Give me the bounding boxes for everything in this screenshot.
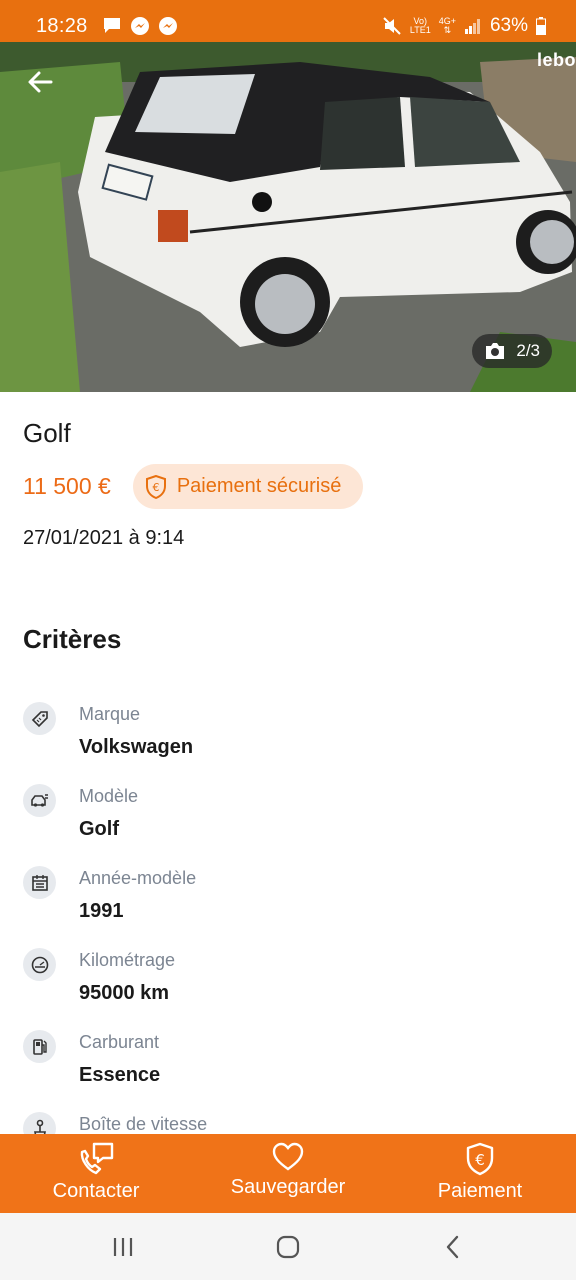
volte-indicator: Vo) LTE1 [409, 16, 431, 35]
messenger-icon [130, 17, 149, 35]
criteria-label: Boîte de vitesse [79, 1114, 208, 1134]
back-button[interactable] [20, 62, 60, 102]
criteria-value: Golf [79, 818, 119, 840]
notification-icons [102, 16, 178, 36]
euro-shield-icon: € [466, 1142, 494, 1176]
watermark-logo: lebo [536, 50, 576, 70]
criteria-item-modele: Modèle Golf [23, 782, 563, 864]
message-icon [103, 18, 120, 33]
payment-button[interactable]: € Paiement [384, 1134, 576, 1213]
signal-icon [464, 19, 480, 34]
messenger-icon-2 [158, 17, 177, 35]
payment-label: Paiement [437, 1180, 523, 1202]
criteria-label: Modèle [79, 786, 139, 806]
price-row: 11 500 € € Paiement sécurisé [23, 464, 364, 509]
network-type-indicator: 4G+ ⇅ [438, 16, 456, 35]
status-right: Vo) LTE1 4G+ ⇅ 63% [382, 15, 546, 37]
mute-icon [383, 17, 401, 35]
battery-icon [536, 17, 546, 35]
secure-payment-badge[interactable]: € Paiement sécurisé [132, 464, 364, 509]
criteria-label: Marque [79, 704, 141, 724]
listing-photo[interactable]: lebo 2/3 [0, 42, 576, 392]
svg-text:€: € [152, 481, 159, 494]
recent-apps-button[interactable] [93, 1227, 153, 1267]
contact-button[interactable]: Contacter [0, 1134, 192, 1213]
arrow-left-icon [28, 71, 53, 93]
tag-icon [23, 702, 56, 735]
car-model-icon [23, 784, 56, 817]
criteria-label: Année-modèle [79, 868, 197, 888]
criteria-value: Volkswagen [79, 736, 194, 758]
criteria-list: Marque Volkswagen Modèle Golf Année-modè… [23, 700, 563, 1192]
listing-title: Golf [23, 418, 71, 448]
recent-apps-icon [113, 1237, 132, 1256]
criteria-title: Critères [23, 624, 122, 654]
secure-payment-label: Paiement sécurisé [176, 475, 342, 497]
criteria-item-kilometrage: Kilométrage 95000 km [23, 946, 563, 1028]
status-time: 18:28 [36, 14, 88, 37]
criteria-value: 95000 km [79, 982, 170, 1004]
phone-message-icon [80, 1142, 114, 1175]
calendar-icon [23, 866, 56, 899]
listing-price: 11 500 € [23, 473, 111, 499]
criteria-label: Carburant [79, 1032, 160, 1052]
criteria-item-marque: Marque Volkswagen [23, 700, 563, 782]
action-bar: Contacter Sauvegarder € Paiement [0, 1134, 576, 1213]
photo-counter[interactable]: 2/3 [472, 334, 552, 368]
criteria-value: 1991 [79, 900, 124, 922]
photo-counter-text: 2/3 [516, 341, 540, 360]
battery-percent: 63% [489, 15, 528, 36]
heart-icon [272, 1142, 304, 1171]
save-button[interactable]: Sauvegarder [192, 1134, 384, 1213]
speedometer-icon [23, 948, 56, 981]
contact-label: Contacter [52, 1180, 140, 1202]
euro-shield-icon: € [145, 474, 166, 499]
system-back-button[interactable] [423, 1227, 483, 1267]
listing-date: 27/01/2021 à 9:14 [23, 527, 185, 549]
home-icon [276, 1235, 300, 1258]
home-button[interactable] [258, 1227, 318, 1267]
fuel-pump-icon [23, 1030, 56, 1063]
system-nav-bar [0, 1213, 576, 1280]
svg-text:€: € [475, 1151, 485, 1169]
criteria-item-annee: Année-modèle 1991 [23, 864, 563, 946]
camera-icon [486, 343, 505, 359]
save-label: Sauvegarder [230, 1176, 346, 1198]
criteria-item-carburant: Carburant Essence [23, 1028, 563, 1110]
criteria-label: Kilométrage [79, 950, 176, 970]
criteria-value: Essence [79, 1064, 161, 1086]
chevron-left-icon [447, 1235, 459, 1258]
